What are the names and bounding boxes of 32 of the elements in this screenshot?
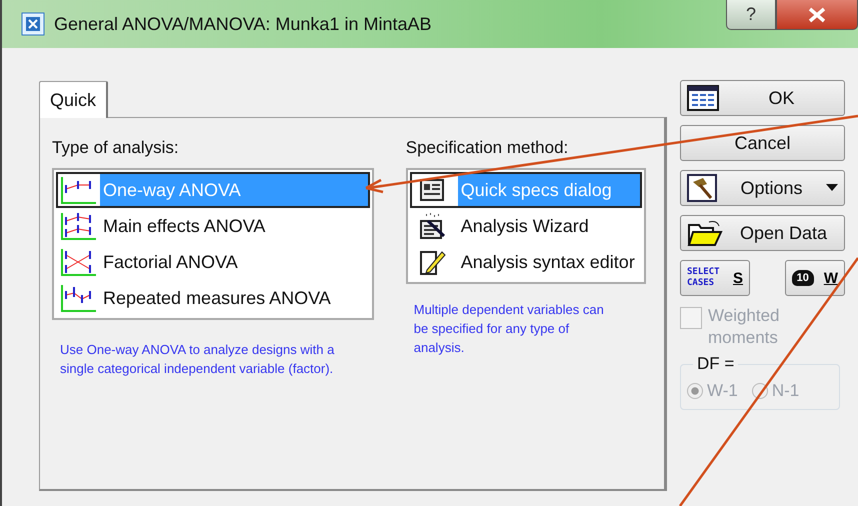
section-label: Type of analysis: bbox=[52, 138, 180, 158]
list-item[interactable]: Analysis Wizard bbox=[410, 208, 642, 244]
tool-button[interactable]: SELECT CASES S bbox=[680, 260, 750, 296]
wand-form-icon bbox=[418, 212, 446, 240]
hammer-icon bbox=[687, 174, 717, 202]
close-icon bbox=[807, 6, 827, 22]
chart-icon bbox=[60, 175, 96, 205]
close-button[interactable] bbox=[776, 0, 858, 30]
list-item[interactable]: Factorial ANOVA bbox=[56, 244, 370, 280]
list-item[interactable]: Main effects ANOVA bbox=[56, 208, 370, 244]
help-button[interactable]: ? bbox=[726, 0, 776, 30]
tool-button[interactable]: 10 W bbox=[784, 260, 845, 296]
chart-icon bbox=[60, 247, 96, 277]
hint-text: Multiple dependent variables can be specified for any type of analysis. bbox=[414, 301, 605, 357]
list-item[interactable]: Repeated measures ANOVA bbox=[56, 280, 370, 316]
chart-icon bbox=[60, 211, 96, 241]
dialog-button[interactable]: Cancel bbox=[680, 125, 845, 161]
chart-icon bbox=[60, 283, 96, 313]
section-label: Specification method: bbox=[406, 138, 570, 158]
app-icon bbox=[20, 11, 46, 37]
caret-icon bbox=[826, 184, 838, 192]
hint-text: Use One-way ANOVA to analyze designs with a single categorical independent variable (factor). bbox=[60, 341, 336, 378]
tab[interactable]: Quick bbox=[39, 81, 108, 118]
dialog-button[interactable]: Open Data bbox=[680, 215, 845, 251]
dialog-button[interactable]: Options bbox=[680, 170, 845, 206]
table-icon bbox=[687, 85, 719, 111]
window-title: General ANOVA/MANOVA: Munka1 in MintaAB bbox=[54, 14, 432, 34]
dialog-button[interactable]: OK bbox=[680, 80, 845, 116]
form-icon bbox=[418, 176, 446, 204]
folder-icon bbox=[687, 219, 723, 247]
pencil-page-icon bbox=[418, 248, 446, 276]
list-item[interactable]: Analysis syntax editor bbox=[410, 244, 642, 280]
